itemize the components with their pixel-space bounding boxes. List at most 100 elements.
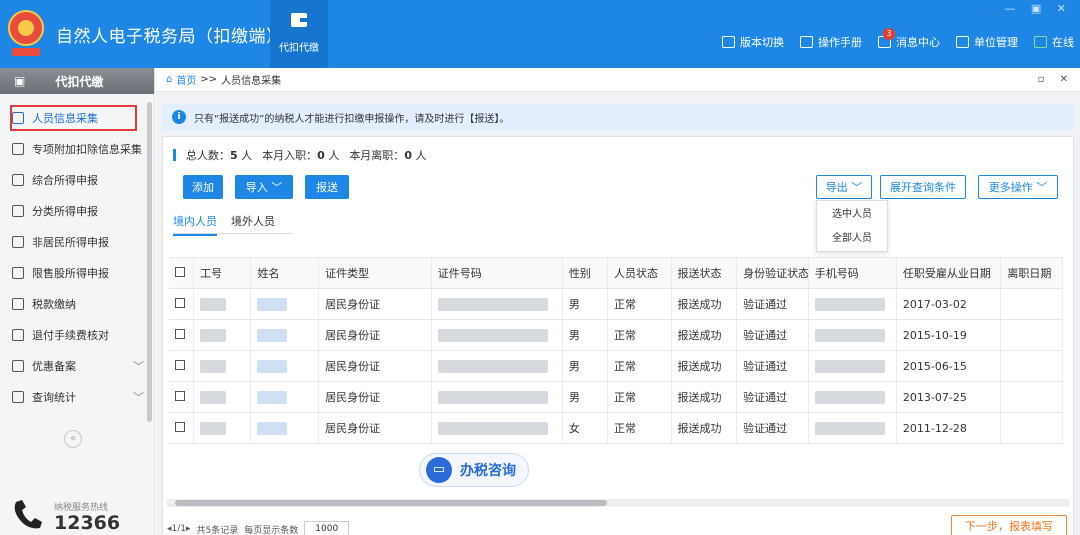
onboard-label: 本月入职： xyxy=(262,149,318,162)
onboard-count: 0 xyxy=(317,149,325,162)
column-header: 手机号码 xyxy=(808,257,897,289)
row-checkbox[interactable] xyxy=(175,421,185,432)
employment-date-cell: 2017-03-02 xyxy=(896,288,1002,320)
sidebar-item-tax-payment[interactable]: 税款缴纳 xyxy=(0,288,154,319)
org-management-link[interactable]: 单位管理 xyxy=(956,34,1018,50)
online-status[interactable]: 在线 xyxy=(1034,34,1074,50)
id-type-cell: 居民身份证 xyxy=(318,350,432,382)
sidebar-item-nonresident-income[interactable]: 非居民所得申报 xyxy=(0,226,154,257)
row-checkbox[interactable] xyxy=(175,297,185,308)
table-row[interactable]: 居民身份证 男 正常 报送成功 验证通过 2017-03-02 xyxy=(169,288,1063,320)
status-cell: 正常 xyxy=(607,288,672,320)
window-controls[interactable]: — ▣ ✕ xyxy=(1004,2,1072,15)
sidebar-item-fee-refund[interactable]: 退付手续费核对 xyxy=(0,319,154,350)
employment-date-cell: 2015-06-15 xyxy=(896,350,1002,382)
leave-date-cell xyxy=(1000,412,1063,444)
table-row[interactable]: 居民身份证 女 正常 报送成功 验证通过 2011-12-28 xyxy=(169,412,1063,444)
table-row[interactable]: 居民身份证 男 正常 报送成功 验证通过 2015-06-15 xyxy=(169,350,1063,382)
next-step-button[interactable]: 下一步，报表填写 xyxy=(951,515,1067,535)
total-records: 共5条记录 xyxy=(196,525,239,535)
hotline-number: 12366 xyxy=(54,512,121,534)
row-checkbox[interactable] xyxy=(175,328,185,339)
message-badge: 3 xyxy=(883,28,895,40)
folder-icon: ▣ xyxy=(14,74,26,88)
id-type-cell: 居民身份证 xyxy=(318,381,432,413)
sidebar-header-label: 代扣代缴 xyxy=(55,74,104,89)
list-icon xyxy=(12,142,24,155)
collapse-sidebar-button[interactable]: « xyxy=(64,430,82,448)
sidebar-scrollbar[interactable] xyxy=(147,102,152,422)
gender-cell: 男 xyxy=(562,381,609,413)
sidebar-item-query-stats[interactable]: 查询统计 ﹀ xyxy=(0,381,154,412)
column-header: 性别 xyxy=(562,257,609,289)
top-link-label: 单位管理 xyxy=(974,36,1018,49)
page-nav[interactable]: ◂1/1▸ xyxy=(167,524,191,534)
table-row[interactable]: 居民身份证 男 正常 报送成功 验证通过 2015-10-19 xyxy=(169,319,1063,351)
page-size-select[interactable]: 1000 xyxy=(304,521,350,535)
top-link-label: 版本切换 xyxy=(740,36,784,49)
select-all-cell[interactable] xyxy=(169,257,195,289)
tax-consult-button[interactable]: ▭ 办税咨询 xyxy=(419,453,529,487)
sidebar-item-restricted-stock[interactable]: 限售股所得申报 xyxy=(0,257,154,288)
more-actions-button[interactable]: 更多操作 ﹀ xyxy=(978,175,1058,199)
column-header: 姓名 xyxy=(250,257,320,289)
redacted-id-number xyxy=(437,328,548,342)
report-status-cell: 报送成功 xyxy=(671,288,738,320)
module-tab-label: 代扣代缴 xyxy=(279,43,319,54)
scrollbar-thumb[interactable] xyxy=(175,500,607,506)
doc-icon xyxy=(12,359,24,372)
redacted-name xyxy=(257,328,288,342)
leave-date-cell xyxy=(1000,319,1063,351)
column-header: 任职受雇从业日期 xyxy=(896,257,1002,289)
manual-link[interactable]: 操作手册 xyxy=(800,34,862,50)
sidebar-item-special-deduction[interactable]: 专项附加扣除信息采集 xyxy=(0,133,154,164)
redacted-name xyxy=(257,421,288,435)
select-all-checkbox[interactable] xyxy=(175,266,185,277)
table-row[interactable]: 居民身份证 男 正常 报送成功 验证通过 2013-07-25 xyxy=(169,381,1063,413)
total-unit: 人 xyxy=(241,149,253,162)
horizontal-scrollbar[interactable] xyxy=(167,499,1069,507)
breadcrumb-home[interactable]: 首页 xyxy=(176,72,196,87)
sidebar-item-categorized-income[interactable]: 分类所得申报 xyxy=(0,195,154,226)
add-button[interactable]: 添加 xyxy=(183,175,223,199)
export-selected-option[interactable]: 选中人员 xyxy=(817,203,887,227)
sidebar-item-preferential-filing[interactable]: 优惠备案 ﹀ xyxy=(0,350,154,381)
import-button[interactable]: 导入 ﹀ xyxy=(235,175,293,199)
mail-icon: 3 xyxy=(878,28,895,48)
tabs-divider xyxy=(173,233,293,234)
employment-date-cell: 2011-12-28 xyxy=(896,412,1002,444)
sidebar-item-person-info[interactable]: 人员信息采集 xyxy=(0,102,154,133)
personnel-table: 工号 姓名 证件类型 证件号码 性别 人员状态 报送状态 身份验证状态 手机号码… xyxy=(169,257,1063,444)
redacted-phone xyxy=(814,359,885,373)
gender-cell: 男 xyxy=(562,288,609,320)
sidebar-item-comprehensive-income[interactable]: 综合所得申报 xyxy=(0,164,154,195)
version-switch-link[interactable]: 版本切换 xyxy=(722,34,784,50)
tab-controls[interactable]: ▫ ✕ xyxy=(1038,74,1074,85)
message-center-link[interactable]: 3 消息中心 xyxy=(878,28,940,50)
row-checkbox[interactable] xyxy=(175,359,185,370)
redacted-id-number xyxy=(437,421,548,435)
chat-icon: ▭ xyxy=(426,457,452,483)
redacted-phone xyxy=(814,328,885,342)
online-icon xyxy=(1034,36,1047,48)
search-icon xyxy=(12,390,24,403)
top-link-label: 在线 xyxy=(1052,36,1074,49)
redacted-name xyxy=(257,390,288,404)
tab-withholding[interactable]: 代扣代缴 xyxy=(270,0,328,68)
export-button[interactable]: 导出 ﹀ xyxy=(816,175,872,199)
app-header: 自然人电子税务局（扣缴端） 代扣代缴 — ▣ ✕ 版本切换 操作手册 3 消息中… xyxy=(0,0,1080,68)
home-icon[interactable]: ⌂ xyxy=(166,74,172,85)
leave-unit: 人 xyxy=(415,149,427,162)
sidebar-item-label: 退付手续费核对 xyxy=(32,328,109,342)
expand-query-button[interactable]: 展开查询条件 xyxy=(880,175,966,199)
export-all-option[interactable]: 全部人员 xyxy=(817,227,887,251)
tax-emblem-icon xyxy=(8,10,44,56)
sidebar: ▣ 代扣代缴 人员信息采集 专项附加扣除信息采集 综合所得申报 分类所得申报 非… xyxy=(0,68,155,535)
redacted-phone xyxy=(814,390,885,404)
redacted-employee-id xyxy=(200,359,227,373)
export-menu: 选中人员 全部人员 xyxy=(816,200,888,252)
pagination: ◂1/1▸ 共5条记录 每页显示条数 1000 xyxy=(167,521,350,535)
row-checkbox[interactable] xyxy=(175,390,185,401)
wallet-icon xyxy=(12,297,24,310)
submit-button[interactable]: 报送 xyxy=(305,175,349,199)
